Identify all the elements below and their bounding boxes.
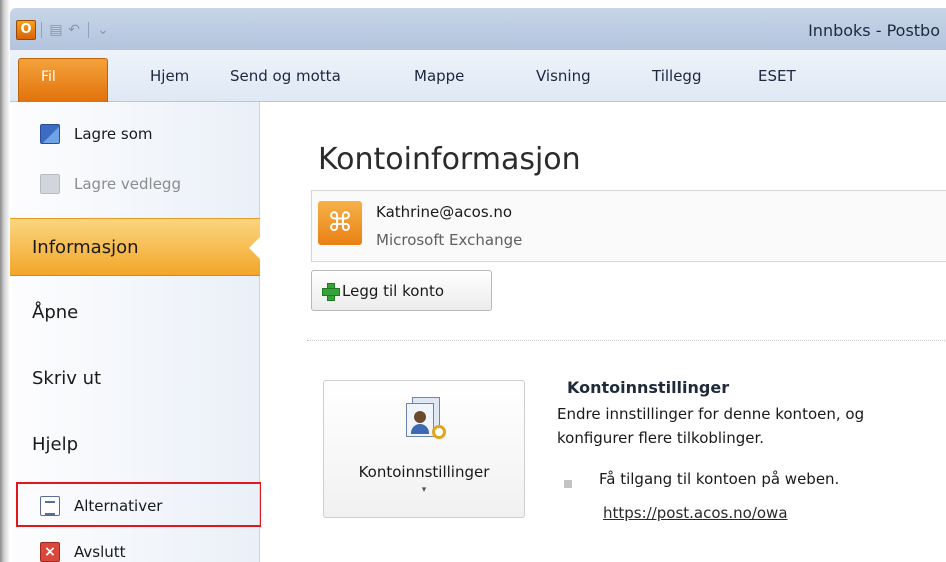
- ribbon-tabs: Fil Hjem Send og motta Mappe Visning Til…: [10, 50, 946, 102]
- account-settings-icon: [402, 397, 448, 443]
- nav-tab-print[interactable]: Skriv ut: [10, 350, 260, 408]
- tab-file[interactable]: Fil: [18, 58, 108, 102]
- account-settings-label: Kontoinnstillinger: [358, 463, 490, 481]
- options-highlight-box: [16, 482, 262, 527]
- section-divider: [307, 340, 946, 341]
- account-type: Microsoft Exchange: [376, 231, 523, 249]
- account-info-panel: Kontoinformasjon ⌘ Kathrine@acos.no Micr…: [261, 102, 946, 562]
- account-settings-heading: Kontoinnstillinger: [567, 378, 730, 397]
- exchange-icon: ⌘: [318, 201, 362, 245]
- account-email: Kathrine@acos.no: [376, 203, 513, 221]
- tab-view[interactable]: Visning: [536, 67, 591, 85]
- customize-icon[interactable]: ⌄: [94, 21, 112, 39]
- toolbar-separator: [41, 22, 42, 38]
- tab-send-receive[interactable]: Send og motta: [230, 67, 341, 85]
- attachment-icon: [40, 174, 60, 194]
- tab-addins[interactable]: Tillegg: [652, 67, 701, 85]
- tab-home[interactable]: Hjem: [150, 67, 189, 85]
- outlook-app-icon[interactable]: O: [16, 20, 36, 40]
- window-title: Innboks - Postbo: [808, 21, 940, 40]
- dropdown-caret-icon: ▾: [421, 485, 427, 495]
- save-attachments-button[interactable]: Lagre vedlegg: [40, 174, 181, 194]
- save-as-icon: [40, 124, 60, 144]
- nav-tab-open[interactable]: Åpne: [10, 284, 260, 342]
- account-selector[interactable]: ⌘ Kathrine@acos.no Microsoft Exchange: [311, 190, 946, 262]
- page-title: Kontoinformasjon: [318, 142, 581, 177]
- tab-folder[interactable]: Mappe: [414, 67, 464, 85]
- bullet-icon: [564, 480, 572, 488]
- title-bar: O ▤ ↶ ⌄ Innboks - Postbo: [10, 8, 946, 50]
- screen-edge: [0, 0, 10, 562]
- exit-icon: ×: [40, 542, 60, 562]
- quick-access-toolbar: O ▤ ↶ ⌄: [16, 20, 112, 40]
- add-account-label: Legg til konto: [342, 281, 445, 300]
- nav-tab-info[interactable]: Informasjon: [10, 218, 261, 276]
- exit-label: Avslutt: [74, 543, 126, 561]
- account-settings-description: Endre innstillinger for denne kontoen, o…: [557, 405, 865, 447]
- save-as-button[interactable]: Lagre som: [40, 124, 153, 144]
- send-receive-icon[interactable]: ▤: [47, 21, 65, 39]
- owa-link[interactable]: https://post.acos.no/owa: [603, 504, 788, 522]
- exit-button[interactable]: × Avslutt: [40, 542, 126, 562]
- undo-icon[interactable]: ↶: [65, 21, 83, 39]
- save-as-label: Lagre som: [74, 125, 153, 143]
- web-access-text: Få tilgang til kontoen på weben.: [599, 470, 840, 488]
- toolbar-separator: [88, 22, 89, 38]
- add-account-button[interactable]: Legg til konto: [311, 270, 492, 311]
- plus-icon: [322, 282, 340, 301]
- nav-tab-help[interactable]: Hjelp: [10, 416, 260, 474]
- save-attachments-label: Lagre vedlegg: [74, 175, 181, 193]
- account-settings-button[interactable]: Kontoinnstillinger ▾: [323, 380, 525, 518]
- backstage-nav: Lagre som Lagre vedlegg Informasjon Åpne…: [10, 102, 262, 562]
- tab-eset[interactable]: ESET: [758, 67, 796, 85]
